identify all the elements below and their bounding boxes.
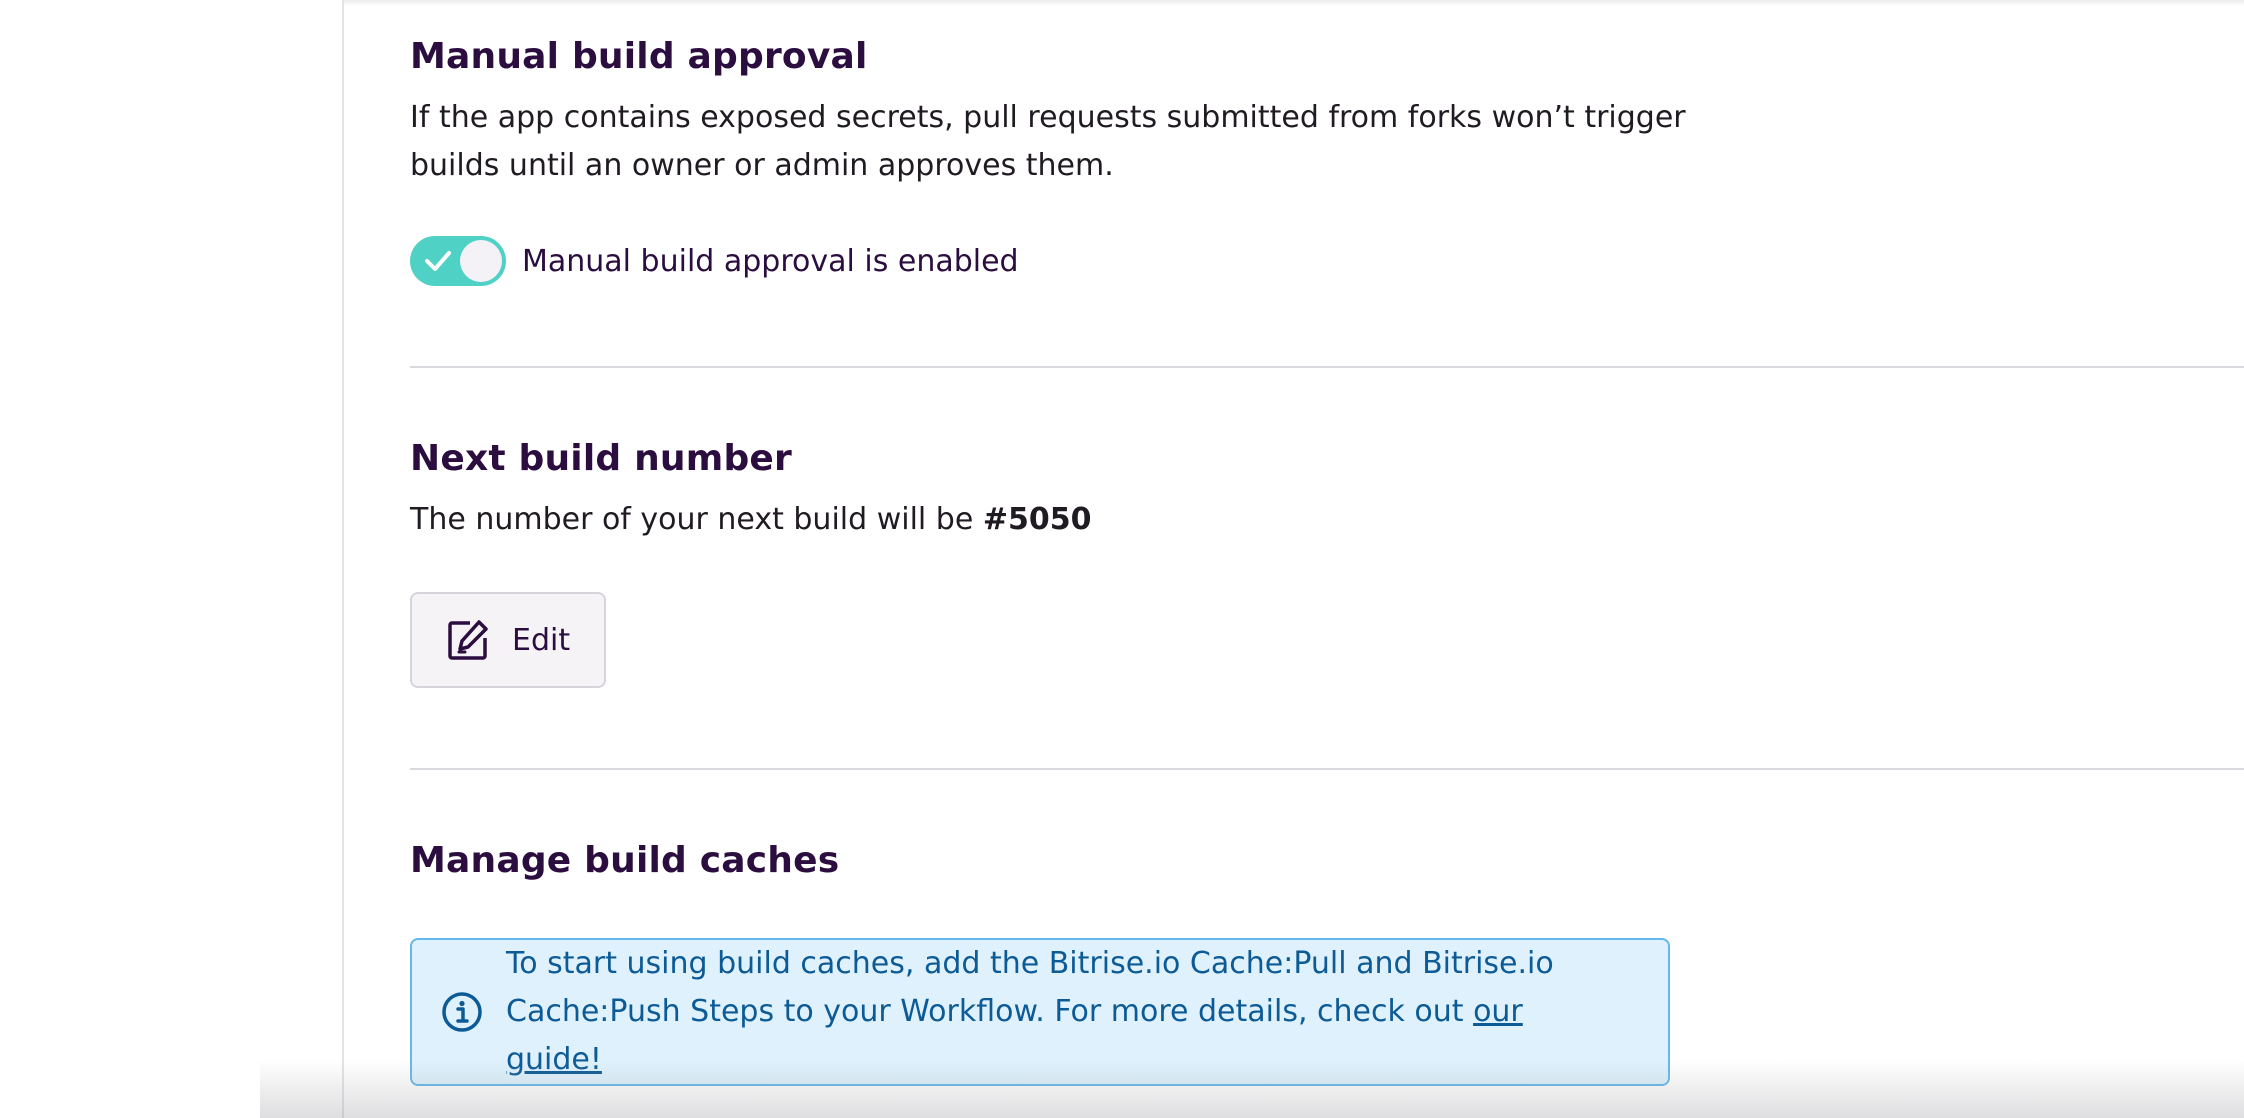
- next-build-number: #5050: [982, 502, 1092, 537]
- next-build-description: The number of your next build will be #5…: [410, 496, 1740, 544]
- edit-button-label: Edit: [512, 622, 571, 658]
- build-caches-title: Manage build caches: [410, 840, 840, 881]
- section-divider: [410, 366, 2244, 368]
- build-caches-info-notice: To start using build caches, add the Bit…: [410, 938, 1670, 1086]
- manual-approval-toggle-row: Manual build approval is enabled: [410, 236, 1019, 286]
- header-shadow: [344, 0, 2244, 6]
- edit-build-number-button[interactable]: Edit: [410, 592, 606, 688]
- manual-approval-description: If the app contains exposed secrets, pul…: [410, 100, 1686, 183]
- build-caches-notice-text: To start using build caches, add the Bit…: [506, 940, 1626, 1084]
- manual-approval-toggle-label: Manual build approval is enabled: [522, 243, 1019, 279]
- left-sidebar-rail: [0, 0, 344, 1118]
- checkmark-icon: [425, 251, 451, 271]
- notice-body-text: To start using build caches, add the Bit…: [506, 946, 1554, 1029]
- next-build-title: Next build number: [410, 438, 792, 479]
- edit-icon: [448, 620, 488, 660]
- toggle-knob: [460, 240, 502, 282]
- next-build-description-text: The number of your next build will be: [410, 502, 983, 537]
- manual-approval-toggle[interactable]: [410, 236, 506, 286]
- manual-approval-title: Manual build approval: [410, 36, 868, 77]
- section-divider: [410, 768, 2244, 770]
- info-icon: [442, 992, 482, 1032]
